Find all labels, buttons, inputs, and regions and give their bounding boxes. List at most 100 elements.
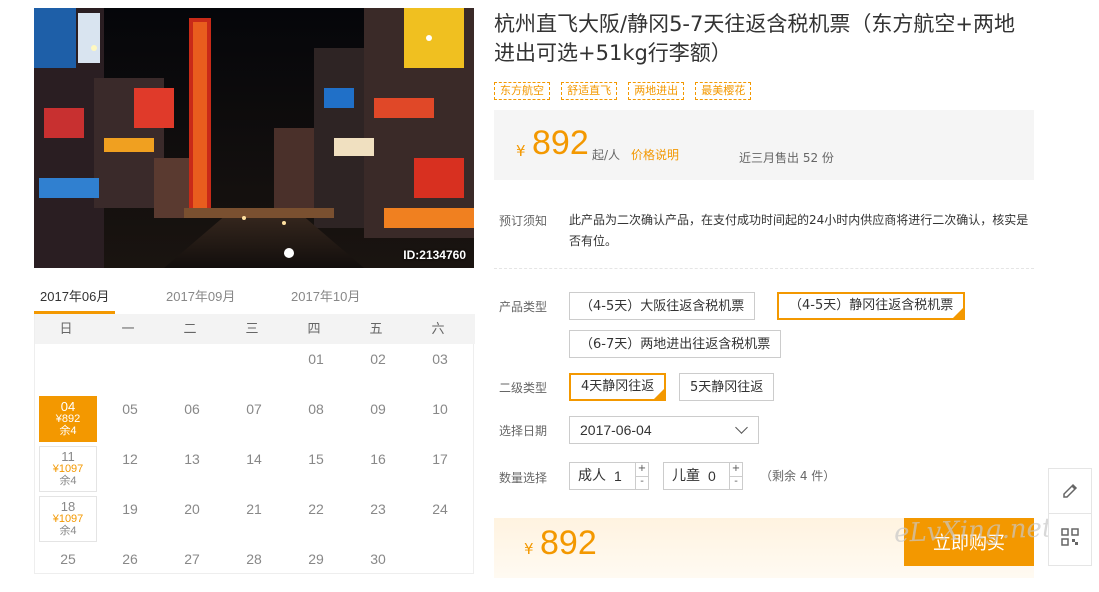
day-number: 20: [184, 501, 200, 517]
bottom-currency-symbol: ¥: [524, 540, 534, 558]
calendar-day: 01: [287, 346, 345, 392]
adult-label: 成人: [578, 468, 606, 484]
day-number: 10: [432, 401, 448, 417]
image-id: ID:2134760: [403, 248, 466, 262]
calendar-day: 29: [287, 546, 345, 592]
day-remaining: 余4: [59, 425, 77, 437]
day-remaining: 余4: [59, 475, 77, 487]
day-price: ¥1097: [52, 463, 84, 475]
price-unit: 起/人: [592, 148, 621, 162]
date-label: 选择日期: [499, 424, 548, 438]
qr-code-icon[interactable]: [1049, 515, 1091, 559]
weekday-header: 日一二三四五六: [35, 314, 475, 344]
calendar-day-available[interactable]: 04 ¥892 余4: [39, 396, 97, 442]
calendar-day: 08: [287, 396, 345, 442]
calendar-day: 27: [163, 546, 221, 592]
calendar-day: 10: [411, 396, 469, 442]
weekday-label: 二: [183, 321, 197, 336]
day-number: 30: [370, 551, 386, 567]
subtype-label: 二级类型: [499, 381, 548, 395]
buy-now-button[interactable]: 立即购买: [904, 518, 1034, 566]
edit-icon[interactable]: [1049, 469, 1091, 514]
day-number: 06: [184, 401, 200, 417]
weekday-label: 日: [59, 321, 73, 336]
day-number: 03: [432, 351, 448, 367]
calendar-day: 05: [101, 396, 159, 442]
day-number: 08: [308, 401, 324, 417]
child-decrement-button[interactable]: -: [729, 476, 742, 489]
price-note-link[interactable]: 价格说明: [631, 146, 679, 163]
day-number: 21: [246, 501, 262, 517]
type-option-shizuoka[interactable]: （4-5天）静冈往返含税机票: [777, 292, 966, 320]
booking-notes: 此产品为二次确认产品，在支付成功时间起的24小时内供应商将进行二次确认，核实是否…: [569, 213, 1029, 248]
weekday-label: 三: [245, 321, 259, 336]
calendar-day-available[interactable]: 11 ¥1097 余4: [39, 446, 97, 492]
child-increment-button[interactable]: +: [729, 463, 742, 477]
tab-month-2[interactable]: 2017年09月: [166, 284, 235, 314]
calendar-day: 14: [225, 446, 283, 492]
day-price: ¥1097: [52, 513, 84, 525]
tag: 最美樱花: [695, 82, 752, 100]
calendar-day-available[interactable]: 18 ¥1097 余4: [39, 496, 97, 542]
day-number: 04: [60, 399, 76, 414]
adult-stepper: 成人 1 + -: [569, 462, 649, 490]
calendar-day: 23: [349, 496, 407, 542]
day-number: 27: [184, 551, 200, 567]
calendar-day: 12: [101, 446, 159, 492]
remaining-stock: （剩余 4 件）: [760, 469, 836, 483]
tab-month-1[interactable]: 2017年06月: [34, 284, 116, 314]
child-label: 儿童: [672, 468, 700, 484]
calendar: 日一二三四五六 01 02 03 04 ¥892 余4 05 06 07 08 09 10 11 ¥109…: [34, 314, 475, 574]
calendar-day: 13: [163, 446, 221, 492]
date-select[interactable]: 2017-06-04: [569, 416, 759, 444]
day-number: 17: [432, 451, 448, 467]
adult-decrement-button[interactable]: -: [635, 476, 648, 489]
carousel-dot[interactable]: [284, 248, 294, 258]
day-number: 13: [184, 451, 200, 467]
child-quantity[interactable]: 0: [708, 463, 716, 489]
day-number: 12: [122, 451, 138, 467]
chevron-down-icon: [735, 421, 748, 434]
day-number: 05: [122, 401, 138, 417]
type-option-two-cities[interactable]: （6-7天）两地进出往返含税机票: [569, 330, 782, 358]
child-stepper: 儿童 0 + -: [663, 462, 743, 490]
calendar-day: 24: [411, 496, 469, 542]
product-title: 杭州直飞大阪/静冈5-7天往返含税机票（东方航空+两地进出可选+51kg行李额）: [494, 12, 1015, 65]
tag: 两地进出: [628, 82, 685, 100]
day-number: 16: [370, 451, 386, 467]
currency-symbol: ¥: [516, 142, 526, 160]
price-box: ¥ 892 起/人 价格说明 近三月售出 52 份: [494, 110, 1034, 180]
weekday-label: 一: [121, 321, 135, 336]
weekday-label: 六: [431, 321, 445, 336]
divider: [494, 268, 1034, 269]
calendar-day: 30: [349, 546, 407, 592]
day-remaining: 余4: [59, 525, 77, 537]
weekday-label: 四: [307, 321, 321, 336]
type-option-osaka[interactable]: （4-5天）大阪往返含税机票: [569, 292, 756, 320]
tag: 东方航空: [494, 82, 550, 100]
adult-quantity[interactable]: 1: [614, 463, 622, 489]
calendar-day: 20: [163, 496, 221, 542]
notes-label: 预订须知: [499, 214, 548, 228]
day-number: 15: [308, 451, 324, 467]
day-number: 19: [122, 501, 138, 517]
calendar-day: 26: [101, 546, 159, 592]
day-number: 14: [246, 451, 262, 467]
subtype-option-5day[interactable]: 5天静冈往返: [679, 373, 775, 401]
day-number: 01: [308, 351, 324, 367]
tab-month-3[interactable]: 2017年10月: [291, 284, 360, 314]
calendar-day: 28: [225, 546, 283, 592]
calendar-day: 21: [225, 496, 283, 542]
calendar-month-tabs: 2017年06月 2017年09月 2017年10月: [34, 284, 474, 314]
calendar-day: 16: [349, 446, 407, 492]
day-number: 28: [246, 551, 262, 567]
subtype-option-4day[interactable]: 4天静冈往返: [569, 373, 667, 401]
night-street-photo: [34, 8, 474, 268]
calendar-day: 19: [101, 496, 159, 542]
day-number: 11: [61, 449, 75, 464]
product-image[interactable]: ID:2134760: [34, 8, 474, 268]
day-number: 26: [122, 551, 138, 567]
calendar-day: 06: [163, 396, 221, 442]
adult-increment-button[interactable]: +: [635, 463, 648, 477]
product-tags: 东方航空 舒适直飞 两地进出 最美樱花: [494, 79, 757, 100]
